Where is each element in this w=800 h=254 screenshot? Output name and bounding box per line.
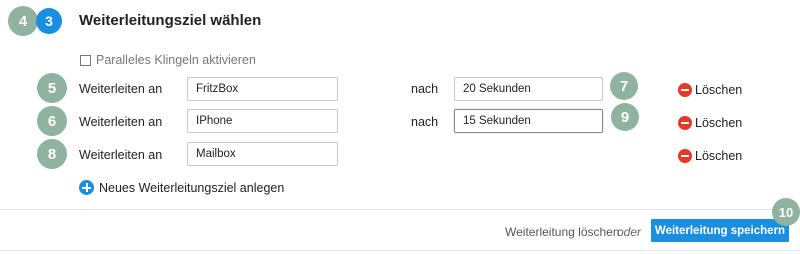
annotation-badge-8: 8 xyxy=(37,139,67,169)
minus-circle-icon xyxy=(678,83,692,97)
delay-input[interactable]: 15 Sekunden xyxy=(454,109,603,133)
annotation-badge-5: 5 xyxy=(37,73,67,103)
delete-label: Löschen xyxy=(695,149,743,163)
forward-target-input[interactable]: IPhone xyxy=(187,109,338,133)
delay-input[interactable]: 20 Sekunden xyxy=(454,77,603,101)
forwarding-page: 4 3 Weiterleitungsziel wählen Paralleles… xyxy=(0,0,800,254)
annotation-badge-7: 7 xyxy=(610,72,638,100)
annotation-badge-10: 10 xyxy=(772,198,800,226)
add-target-button[interactable]: Neues Weiterleitungsziel anlegen xyxy=(79,180,284,195)
delete-label: Löschen xyxy=(695,116,743,130)
forward-target-input[interactable]: FritzBox xyxy=(187,77,338,101)
parallel-ringing-checkbox[interactable] xyxy=(80,54,91,66)
footer-divider xyxy=(0,250,800,251)
delete-forwarding-link[interactable]: Weiterleitung löschen xyxy=(505,225,620,239)
add-target-label: Neues Weiterleitungsziel anlegen xyxy=(99,180,285,195)
forward-target-input[interactable]: Mailbox xyxy=(187,142,338,166)
forward-to-label: Weiterleiten an xyxy=(79,82,163,96)
delete-button[interactable]: Löschen xyxy=(678,116,742,130)
annotation-badge-4: 4 xyxy=(8,6,38,36)
minus-circle-icon xyxy=(678,116,692,130)
annotation-badge-9: 9 xyxy=(611,103,639,131)
after-label: nach xyxy=(411,115,439,129)
minus-circle-icon xyxy=(678,149,692,163)
after-label: nach xyxy=(411,82,439,96)
parallel-ringing-option[interactable]: Paralleles Klingeln aktivieren xyxy=(80,53,256,67)
delete-button[interactable]: Löschen xyxy=(678,83,742,97)
save-forwarding-button[interactable]: Weiterleitung speichern xyxy=(651,219,789,242)
step-number-badge: 3 xyxy=(36,8,62,34)
plus-circle-icon xyxy=(79,180,94,195)
forward-to-label: Weiterleiten an xyxy=(79,115,163,129)
section-title: Weiterleitungsziel wählen xyxy=(79,12,262,29)
parallel-ringing-label: Paralleles Klingeln aktivieren xyxy=(96,53,256,67)
annotation-badge-6: 6 xyxy=(37,106,67,136)
or-separator: oder xyxy=(617,225,642,239)
forward-to-label: Weiterleiten an xyxy=(79,148,163,162)
delete-label: Löschen xyxy=(695,83,743,97)
delete-button[interactable]: Löschen xyxy=(678,149,742,163)
